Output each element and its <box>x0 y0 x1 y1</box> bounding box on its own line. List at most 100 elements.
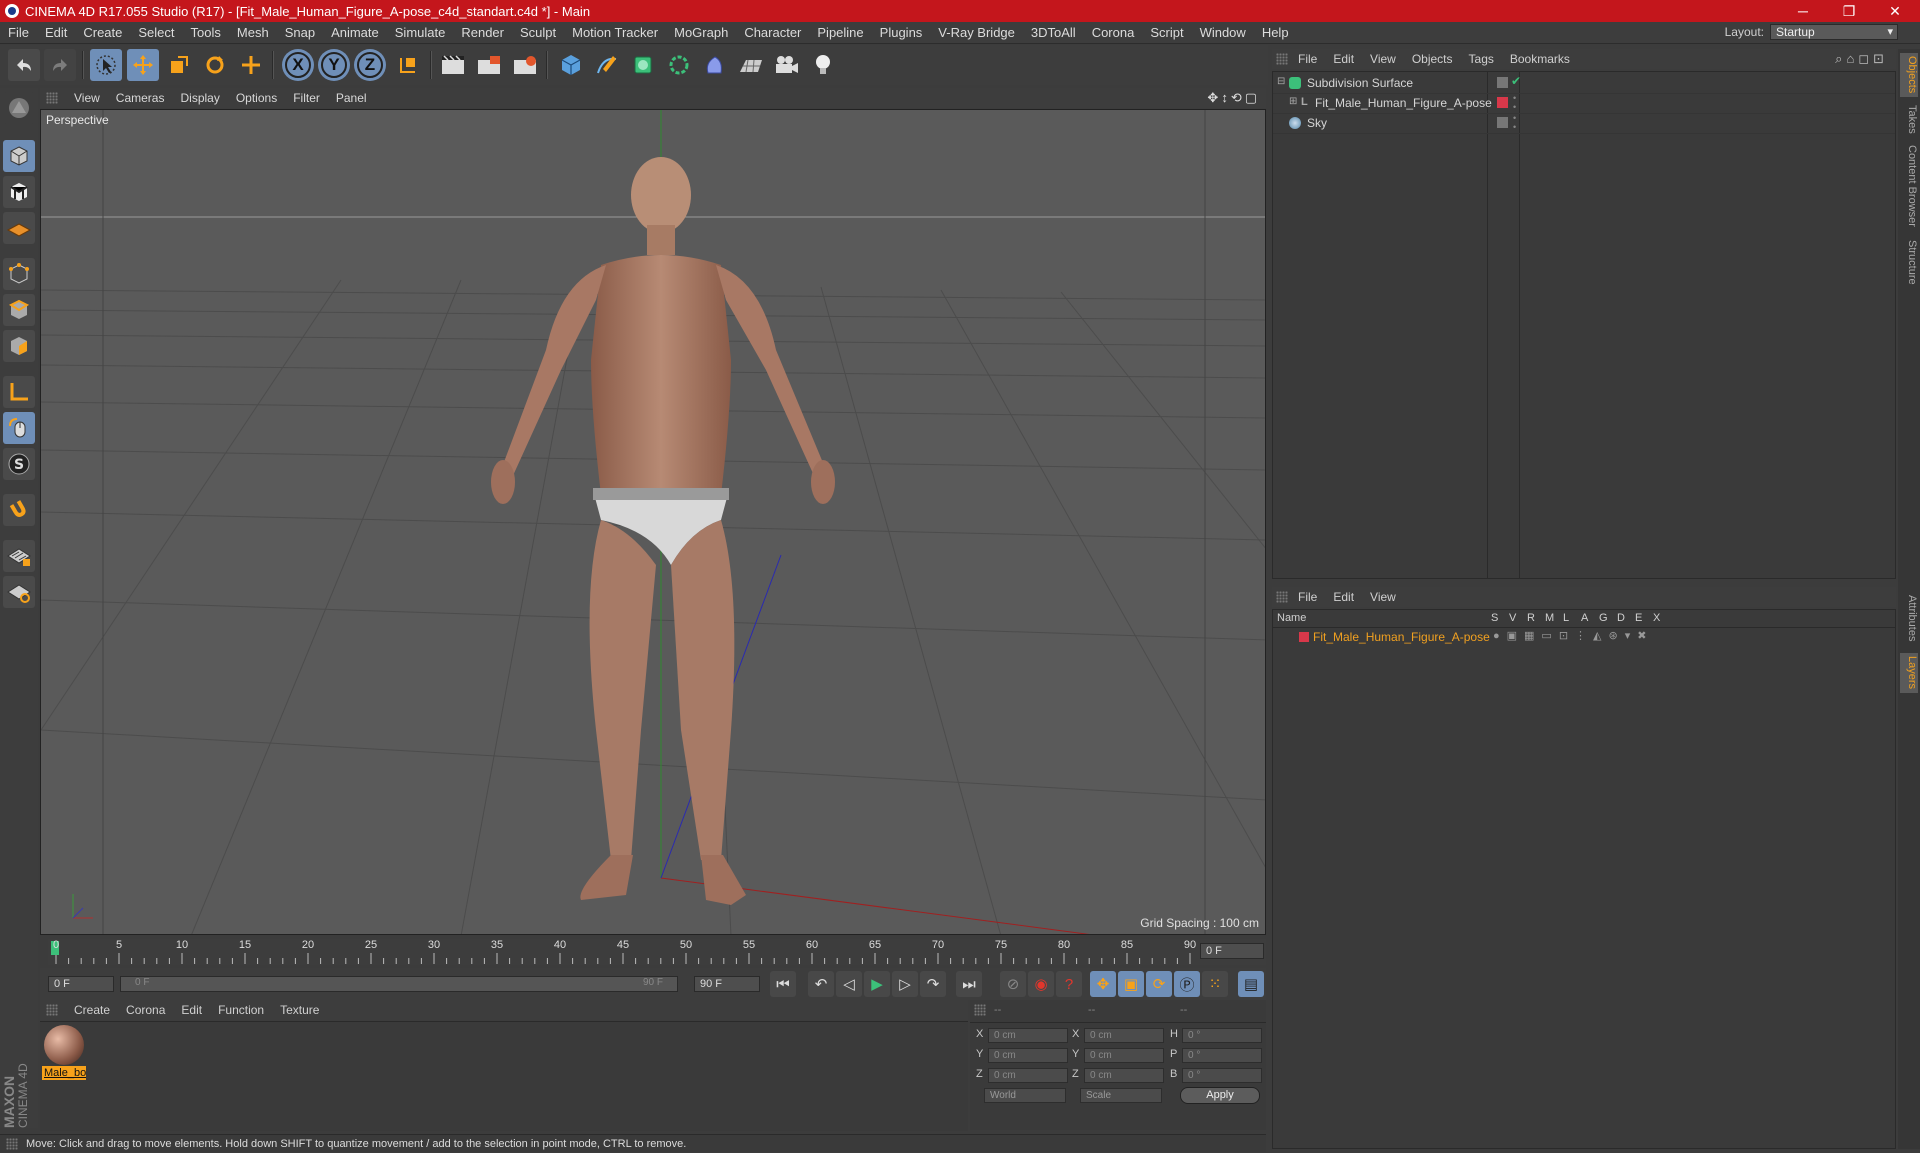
tab-layers[interactable]: Layers <box>1900 653 1918 693</box>
workplane-lock-icon[interactable] <box>3 540 35 572</box>
menu-mograph[interactable]: MoGraph <box>666 25 736 40</box>
menu-plugins[interactable]: Plugins <box>872 25 931 40</box>
go-to-start-icon[interactable]: ⏮ <box>770 971 796 997</box>
perspective-viewport[interactable]: Perspective Grid Spacing : 100 cm <box>40 109 1266 935</box>
tab-attributes[interactable]: Attributes <box>1900 589 1918 647</box>
current-frame-field[interactable]: 0 F <box>1200 943 1264 959</box>
viewport-menu-panel[interactable]: Panel <box>328 91 375 105</box>
object-menu-objects[interactable]: Objects <box>1404 52 1461 66</box>
material-menu-create[interactable]: Create <box>66 1003 118 1017</box>
snapping-icon[interactable]: S <box>3 448 35 480</box>
model-mode-icon[interactable] <box>3 140 35 172</box>
object-menu-edit[interactable]: Edit <box>1325 52 1362 66</box>
viewport-menu-cameras[interactable]: Cameras <box>108 91 173 105</box>
previous-keyframe-icon[interactable]: ↶ <box>808 971 834 997</box>
menu-simulate[interactable]: Simulate <box>387 25 454 40</box>
rot-b-field[interactable]: 0 ° <box>1182 1068 1262 1083</box>
tab-takes[interactable]: Takes <box>1900 101 1918 137</box>
viewport-menu-filter[interactable]: Filter <box>285 91 328 105</box>
viewport-menu-options[interactable]: Options <box>228 91 285 105</box>
layer-tag-icon[interactable] <box>1497 117 1508 128</box>
menu-3dtoall[interactable]: 3DToAll <box>1023 25 1084 40</box>
object-row-subdivision[interactable]: ⊟ Subdivision Surface ✔ <box>1273 74 1895 94</box>
rotation-key-icon[interactable]: ⟳ <box>1146 971 1172 997</box>
rotate-tool-icon[interactable] <box>199 49 231 81</box>
menu-create[interactable]: Create <box>75 25 130 40</box>
rot-h-field[interactable]: 0 ° <box>1182 1028 1262 1043</box>
restore-button[interactable]: ❐ <box>1826 0 1872 22</box>
z-axis-lock-button[interactable]: Z <box>354 49 386 81</box>
object-row-figure[interactable]: ⊞ L Fit_Male_Human_Figure_A-pose • • <box>1273 94 1895 114</box>
menu-pipeline[interactable]: Pipeline <box>809 25 871 40</box>
texture-mode-icon[interactable] <box>3 176 35 208</box>
subdivision-surface-icon[interactable] <box>627 49 659 81</box>
coordinate-system-icon[interactable] <box>392 49 424 81</box>
light-object-icon[interactable] <box>807 49 839 81</box>
menu-file[interactable]: File <box>0 25 37 40</box>
menu-edit[interactable]: Edit <box>37 25 75 40</box>
workplane-mode-icon[interactable] <box>3 212 35 244</box>
object-grip-icon[interactable] <box>1276 53 1288 65</box>
viewport-menu-display[interactable]: Display <box>172 91 227 105</box>
pos-x-field[interactable]: 0 cm <box>988 1028 1068 1043</box>
layer-color-icon[interactable] <box>1497 97 1508 108</box>
layer-menu-file[interactable]: File <box>1290 590 1325 604</box>
material-swatch[interactable]: Male_bo <box>42 1024 86 1082</box>
layer-color-swatch[interactable] <box>1299 632 1309 642</box>
layer-row[interactable]: Fit_Male_Human_Figure_A-pose ●▣▦▭⊡⋮◭⊛▾✖ <box>1273 628 1895 646</box>
material-menu-texture[interactable]: Texture <box>272 1003 327 1017</box>
workplane-align-icon[interactable] <box>3 576 35 608</box>
material-menu-corona[interactable]: Corona <box>118 1003 173 1017</box>
position-key-icon[interactable]: ✥ <box>1090 971 1116 997</box>
menu-animate[interactable]: Animate <box>323 25 387 40</box>
deformer-icon[interactable] <box>699 49 731 81</box>
layout-dropdown[interactable]: Startup <box>1770 24 1898 40</box>
size-mode-dropdown[interactable]: Scale <box>1080 1088 1162 1103</box>
material-menu-function[interactable]: Function <box>210 1003 272 1017</box>
object-menu-tags[interactable]: Tags <box>1461 52 1502 66</box>
menu-motion-tracker[interactable]: Motion Tracker <box>564 25 666 40</box>
size-z-field[interactable]: 0 cm <box>1084 1068 1164 1083</box>
menu-select[interactable]: Select <box>130 25 182 40</box>
y-axis-lock-button[interactable]: Y <box>318 49 350 81</box>
menu-script[interactable]: Script <box>1142 25 1191 40</box>
menu-mesh[interactable]: Mesh <box>229 25 277 40</box>
redo-icon[interactable] <box>44 49 76 81</box>
camera-object-icon[interactable] <box>771 49 803 81</box>
undo-icon[interactable] <box>8 49 40 81</box>
layer-menu-view[interactable]: View <box>1362 590 1404 604</box>
next-frame-icon[interactable]: ▷ <box>892 971 918 997</box>
menu-corona[interactable]: Corona <box>1084 25 1143 40</box>
magnet-icon[interactable] <box>3 494 35 526</box>
tab-content-browser[interactable]: Content Browser <box>1900 141 1918 231</box>
layer-tag-icon[interactable] <box>1497 77 1508 88</box>
object-menu-view[interactable]: View <box>1362 52 1404 66</box>
x-axis-lock-button[interactable]: X <box>282 49 314 81</box>
keyframe-selection-icon[interactable]: ? <box>1056 971 1082 997</box>
go-to-end-icon[interactable]: ⏭ <box>956 971 982 997</box>
previous-frame-icon[interactable]: ◁ <box>836 971 862 997</box>
viewport-grip-icon[interactable] <box>46 92 58 104</box>
layer-menu-edit[interactable]: Edit <box>1325 590 1362 604</box>
collapse-icon[interactable]: ⊟ <box>1277 76 1285 87</box>
enabled-check-icon[interactable]: ✔ <box>1511 74 1521 88</box>
size-y-field[interactable]: 0 cm <box>1084 1048 1164 1063</box>
next-keyframe-icon[interactable]: ↷ <box>920 971 946 997</box>
pos-y-field[interactable]: 0 cm <box>988 1048 1068 1063</box>
start-frame-field[interactable]: 0 F <box>48 976 114 992</box>
viewport-menu-view[interactable]: View <box>66 91 108 105</box>
object-row-sky[interactable]: Sky • • <box>1273 114 1895 134</box>
make-editable-icon[interactable] <box>3 92 35 124</box>
coords-grip-icon[interactable] <box>974 1004 986 1016</box>
preview-range-slider[interactable]: 0 F 90 F <box>120 976 678 992</box>
scale-tool-icon[interactable] <box>163 49 195 81</box>
scale-key-icon[interactable]: ▣ <box>1118 971 1144 997</box>
menu-window[interactable]: Window <box>1192 25 1254 40</box>
visibility-dots-icon[interactable]: • • <box>1513 114 1516 132</box>
autokeying-icon[interactable]: ◉ <box>1028 971 1054 997</box>
cube-primitive-icon[interactable] <box>555 49 587 81</box>
render-picture-viewer-icon[interactable] <box>473 49 505 81</box>
pen-spline-icon[interactable] <box>591 49 623 81</box>
end-frame-field[interactable]: 90 F <box>694 976 760 992</box>
human-figure-model[interactable] <box>491 157 835 905</box>
